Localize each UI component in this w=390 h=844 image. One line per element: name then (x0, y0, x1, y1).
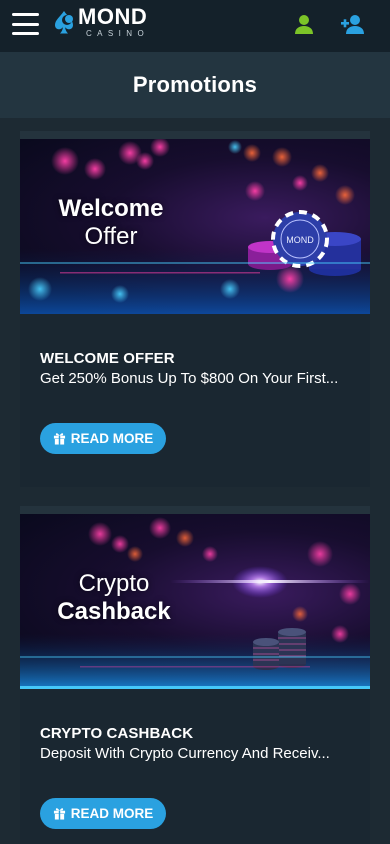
promo-description: Deposit With Crypto Currency And Receiv.… (40, 745, 330, 762)
banner-title-line2: Offer (84, 222, 138, 250)
spade-moon-icon (55, 11, 73, 34)
banner-title-line1: Welcome (58, 195, 164, 222)
promo-heading: WELCOME OFFER (40, 350, 175, 367)
menu-icon[interactable] (12, 13, 39, 35)
promo-card-welcome: MOND Welcome Offer WELCOME OFFER Get 250… (20, 131, 370, 487)
top-header: MOND CASINO (0, 0, 390, 52)
promo-heading: CRYPTO CASHBACK (40, 725, 194, 742)
promo-banner-image[interactable]: Crypto Cashback (20, 514, 370, 689)
mond-casino-logo[interactable]: MOND CASINO (52, 6, 149, 40)
read-more-button[interactable]: READ MORE (40, 798, 166, 829)
page-title: Promotions (132, 72, 258, 97)
read-more-label: READ MORE (70, 806, 154, 821)
banner-title: Welcome Offer (36, 195, 186, 250)
read-more-label: READ MORE (70, 431, 154, 446)
gift-icon (53, 433, 65, 445)
add-user-icon[interactable] (340, 13, 366, 35)
banner-title-line1: Crypto (78, 570, 150, 597)
card-body: CRYPTO CASHBACK Deposit With Crypto Curr… (40, 725, 360, 762)
promo-description: Get 250% Bonus Up To $800 On Your First.… (40, 370, 339, 387)
read-more-button[interactable]: READ MORE (40, 423, 166, 454)
banner-title: Crypto Cashback (34, 570, 194, 625)
promo-banner-image[interactable]: MOND Welcome Offer (20, 139, 370, 314)
user-icon[interactable] (292, 13, 316, 35)
promo-card-crypto: Crypto Cashback CRYPTO CASHBACK Deposit … (20, 506, 370, 844)
card-body: WELCOME OFFER Get 250% Bonus Up To $800 … (40, 350, 360, 387)
banner-title-line2: Cashback (57, 597, 171, 625)
logo-word: MOND (78, 4, 148, 29)
title-bar: Promotions (0, 52, 390, 118)
logo-subtitle: CASINO (86, 29, 150, 38)
chip-label: MOND (286, 235, 314, 245)
gift-icon (53, 808, 65, 820)
